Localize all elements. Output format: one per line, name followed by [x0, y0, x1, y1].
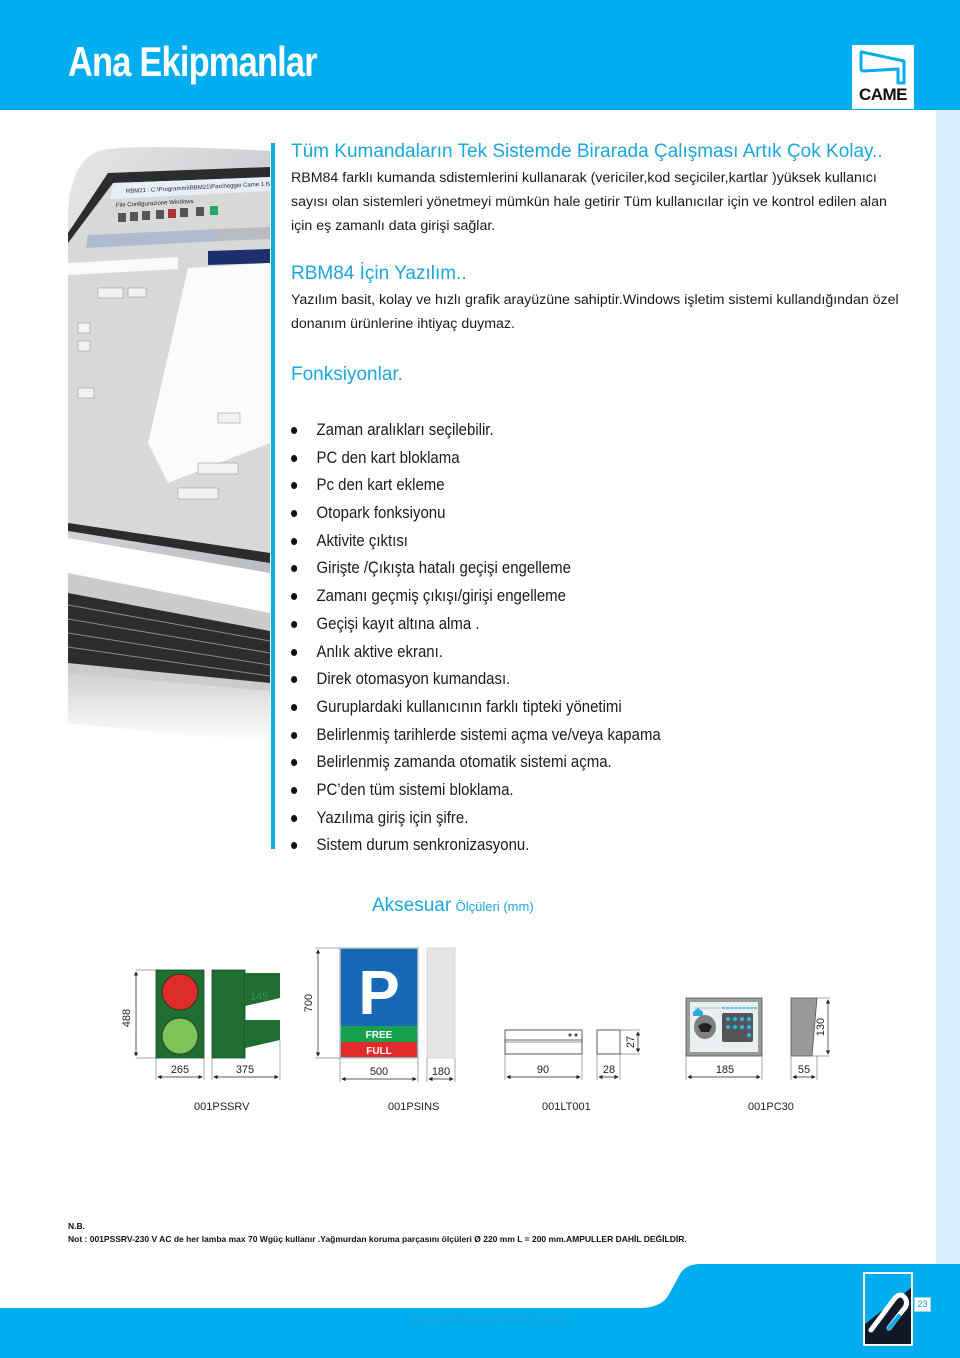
dim-depth-label: 180	[432, 1066, 450, 1078]
software-paragraph: Yazılım basit, kolay ve hızlı grafik ara…	[291, 288, 921, 336]
bullet-icon	[291, 731, 298, 739]
list-item: PC’den tüm sistemi bloklama.	[291, 776, 661, 804]
dim-depth-label: 55	[798, 1064, 810, 1076]
software-line: donanım ürünlerine ihtiyaç duymaz.	[291, 316, 515, 332]
came-logo-text: CAME	[858, 85, 908, 104]
side-strip	[936, 110, 960, 1310]
full-label: FULL	[366, 1046, 392, 1057]
functions-title: Fonksiyonlar.	[291, 364, 403, 385]
accessories-heading: Aksesuar Ölçüleri (mm)	[372, 895, 534, 917]
intro-line: için eş zamanlı data girişi sağlar.	[291, 218, 496, 234]
accessories-dimension-diagram: 145 488 265 375 P FREE FULL 700 500 180 …	[121, 947, 831, 1082]
bullet-icon	[291, 593, 298, 601]
product-code-001pssrv: 001PSSRV	[194, 1101, 250, 1113]
list-item: Yazılıma giriş için şifre.	[291, 804, 661, 832]
came-logo-icon	[859, 50, 906, 85]
bullet-icon	[291, 814, 298, 822]
section-divider-line	[271, 143, 275, 849]
page-header: Ana Ekipmanlar CAME	[0, 0, 960, 110]
intro-line: sayısı olan sistemleri yönetmeyi mümkün …	[291, 194, 887, 210]
accessories-title: Aksesuar	[372, 895, 452, 916]
dim-height-label: 700	[303, 994, 315, 1012]
dim-height-label: 488	[121, 1009, 133, 1027]
bullet-icon	[291, 454, 298, 462]
dim-width-label: 90	[537, 1064, 549, 1076]
intro-title: Tüm Kumandaların Tek Sistemde Birarada Ç…	[291, 141, 883, 162]
bullet-icon	[291, 676, 298, 684]
accessories-subtitle: Ölçüleri (mm)	[455, 899, 534, 914]
list-item: PC den kart bloklama	[291, 444, 661, 472]
product-code-001lt001: 001LT001	[542, 1101, 591, 1113]
website-link[interactable]: www.aksiyonteknoloji.com	[407, 1309, 570, 1325]
side-mark-label: 145	[250, 991, 268, 1003]
sign-letter: P	[358, 959, 399, 1028]
list-item: Sistem durum senkronizasyonu.	[291, 831, 661, 859]
bullet-icon	[291, 786, 298, 794]
bullet-icon	[291, 510, 298, 518]
list-item: Anlık aktive ekranı.	[291, 638, 661, 666]
dim-height-label: 27	[625, 1036, 637, 1048]
dim-width-label: 265	[171, 1064, 189, 1076]
note-text: Not : 001PSSRV-230 V AC de her lamba max…	[68, 1234, 687, 1244]
functions-list: Zaman aralıkları seçilebilir. PC den kar…	[291, 416, 711, 859]
bullet-icon	[291, 648, 298, 656]
page-number: 23	[914, 1297, 931, 1312]
list-item: Aktivite çıktısı	[291, 527, 661, 555]
list-item: Otopark fonksiyonu	[291, 499, 661, 527]
list-item: Direk otomasyon kumandası.	[291, 665, 661, 693]
list-item: Zamanı geçmiş çıkışı/girişi engelleme	[291, 582, 661, 610]
intro-line: RBM84 farklı kumanda sdistemlerini kulla…	[291, 170, 877, 186]
bullet-icon	[291, 482, 298, 490]
product-code-001psins: 001PSINS	[388, 1101, 440, 1113]
traffic-light-drawing: 145	[155, 969, 280, 1059]
list-item: Belirlenmiş tarihlerde sistemi açma ve/v…	[291, 721, 661, 749]
page-title: Ana Ekipmanlar	[68, 38, 318, 85]
software-title: RBM84 İçin Yazılım..	[291, 263, 467, 284]
note-label: N.B.	[68, 1221, 85, 1231]
bullet-icon	[291, 703, 298, 711]
bullet-icon	[291, 620, 298, 628]
dim-width-label: 500	[370, 1066, 388, 1078]
dim-depth-label: 28	[603, 1064, 615, 1076]
dim-height-label: 130	[815, 1018, 827, 1036]
bullet-icon	[291, 537, 298, 545]
bullet-icon	[291, 759, 298, 767]
product-code-001pc30: 001PC30	[748, 1101, 794, 1113]
list-item: Zaman aralıkları seçilebilir.	[291, 416, 661, 444]
dim-width-label: 185	[716, 1064, 734, 1076]
list-item: Guruplardaki kullanıcının farklı tipteki…	[291, 693, 661, 721]
came-logo: CAME	[852, 45, 914, 109]
dim-depth-label: 375	[236, 1064, 254, 1076]
bullet-icon	[291, 427, 298, 434]
card-reader-drawing	[504, 1029, 621, 1055]
company-logo-icon	[863, 1272, 913, 1346]
laptop-software-image: RBM21 : C:\Programmi\RBM21\Parcheggio Ca…	[68, 147, 270, 743]
list-item: Girişte /Çıkışta hatalı geçişi engelleme	[291, 554, 661, 582]
free-label: FREE	[366, 1030, 393, 1041]
parking-sign-drawing: P FREE FULL	[339, 947, 456, 1059]
intro-paragraph: RBM84 farklı kumanda sdistemlerini kulla…	[291, 166, 921, 238]
list-item: Geçişi kayıt altına alma .	[291, 610, 661, 638]
keypad-controller-drawing	[685, 997, 818, 1057]
list-item: Pc den kart ekleme	[291, 471, 661, 499]
bullet-icon	[291, 565, 298, 573]
list-item: Belirlenmiş zamanda otomatik sistemi açm…	[291, 748, 661, 776]
bullet-icon	[291, 842, 298, 850]
software-line: Yazılım basit, kolay ve hızlı grafik ara…	[291, 292, 899, 308]
